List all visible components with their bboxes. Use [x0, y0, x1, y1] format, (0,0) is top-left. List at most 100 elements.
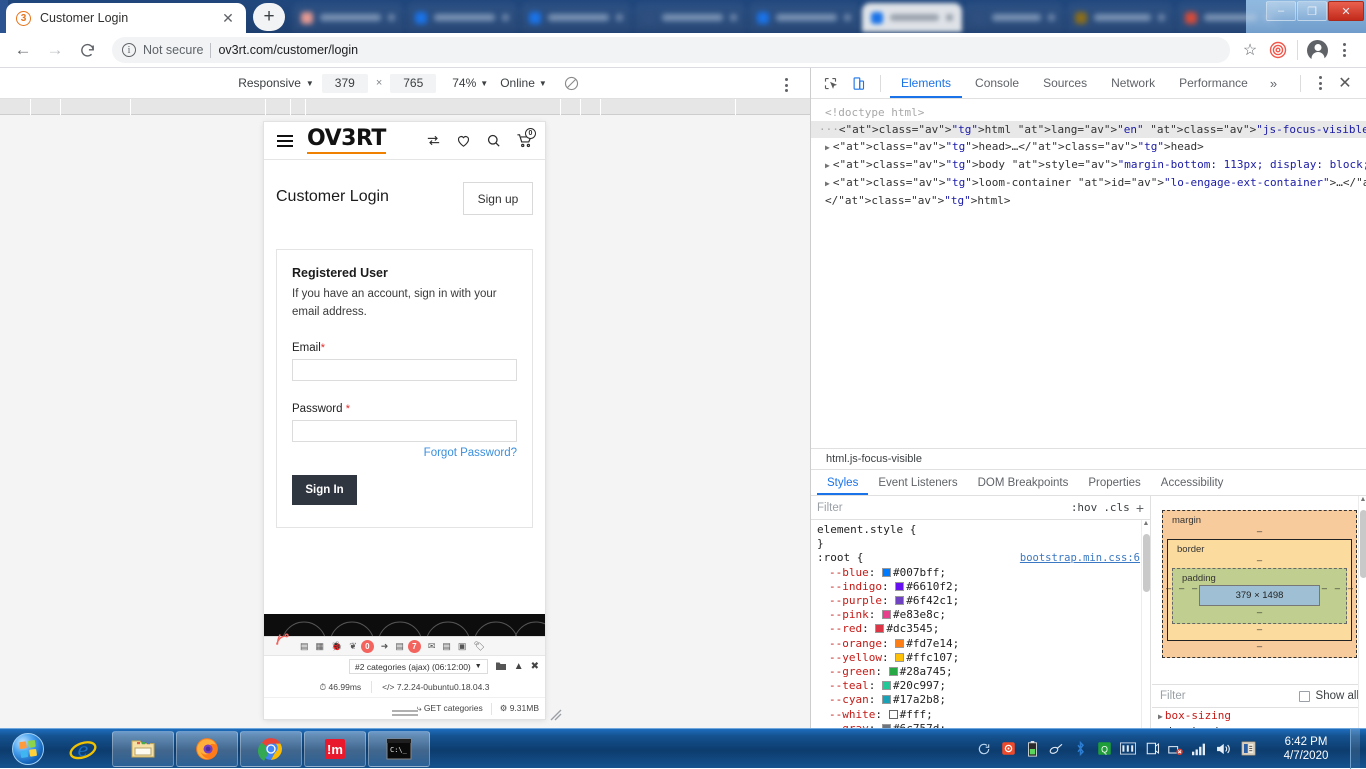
close-window-button[interactable]: ✕	[1328, 1, 1364, 21]
border-left-value[interactable]: –	[1179, 583, 1184, 594]
request-icon[interactable]: ▤	[442, 641, 451, 651]
devtools-tab-performance[interactable]: Performance	[1168, 68, 1259, 98]
new-tab-button[interactable]: +	[253, 3, 285, 31]
background-tab-7[interactable]	[1066, 3, 1174, 32]
border-bottom-value[interactable]: –	[1172, 624, 1347, 636]
close-icon[interactable]: ✕	[220, 10, 236, 26]
css-variable-teal[interactable]: --teal: #20c997;	[817, 679, 1150, 693]
password-input[interactable]	[292, 419, 517, 442]
color-swatch[interactable]	[895, 596, 905, 606]
background-tab-8[interactable]	[1176, 3, 1280, 32]
styles-filter-input[interactable]: Filter	[817, 502, 1065, 514]
throttling-select[interactable]: Online ▼	[494, 76, 553, 90]
folder-open-icon[interactable]	[495, 658, 507, 676]
info-circle-icon[interactable]: i	[122, 43, 136, 57]
compare-icon[interactable]	[425, 132, 442, 149]
toggle-device-toolbar-icon[interactable]	[845, 71, 871, 95]
background-tab-6[interactable]	[964, 3, 1064, 32]
dom-node-5[interactable]: </"at">class="av">"tg">html>	[811, 192, 1366, 209]
minimize-button[interactable]: –	[1266, 1, 1296, 21]
css-variable-purple[interactable]: --purple: #6f42c1;	[817, 594, 1150, 608]
emulated-viewport[interactable]: OV3RT 0 Customer Login Sign up Registere…	[264, 122, 545, 719]
background-tab-1[interactable]	[406, 3, 518, 32]
ime-icon[interactable]	[1240, 741, 1256, 757]
mail-icon[interactable]: ✉	[428, 641, 436, 651]
reload-icon[interactable]	[72, 35, 102, 65]
loom-extension-icon[interactable]	[1268, 40, 1288, 60]
viewport-width-input[interactable]: 379	[321, 73, 368, 93]
computed-property-box-sizing[interactable]: ▶ box-sizing	[1158, 708, 1366, 724]
expand-arrow-icon[interactable]: ▶	[1158, 712, 1163, 721]
session-icon[interactable]: ▣	[458, 641, 467, 651]
show-all-checkbox[interactable]	[1298, 690, 1310, 702]
debugbar-request-select[interactable]: #2 categories (ajax) (06:12:00) ▼	[349, 659, 488, 674]
taskbar-item-command-prompt[interactable]: C:\_	[368, 730, 430, 767]
expand-arrow-icon[interactable]: ▶	[825, 143, 830, 152]
margin-right-value[interactable]: –	[1348, 583, 1353, 594]
dom-node-1[interactable]: ···<"at">class="av">"tg">html "at">lang=…	[811, 121, 1366, 138]
css-variable-pink[interactable]: --pink: #e83e8c;	[817, 608, 1150, 622]
color-swatch[interactable]	[895, 652, 905, 662]
devtools-tab-sources[interactable]: Sources	[1032, 68, 1098, 98]
color-swatch[interactable]	[882, 567, 891, 577]
more-tabs-icon[interactable]: »	[1261, 68, 1286, 98]
devtools-tab-network[interactable]: Network	[1100, 68, 1166, 98]
viewport-resize-corner[interactable]	[549, 708, 563, 722]
eject-icon[interactable]	[1144, 741, 1160, 757]
cart-icon[interactable]: 0	[515, 128, 536, 149]
margin-bottom-value[interactable]: –	[1167, 641, 1352, 653]
border-right-value[interactable]: –	[1335, 583, 1340, 594]
star-icon[interactable]: ☆	[1238, 40, 1262, 60]
background-tab-4[interactable]	[748, 3, 860, 32]
network-error-icon[interactable]	[1168, 741, 1184, 757]
padding-left-value[interactable]: –	[1192, 583, 1197, 594]
css-variable-yellow[interactable]: --yellow: #ffc107;	[817, 651, 1150, 665]
close-icon[interactable]	[844, 14, 851, 21]
wishlist-heart-icon[interactable]	[455, 132, 472, 149]
messages-icon[interactable]: ▤	[300, 641, 309, 651]
close-icon[interactable]: ✖	[531, 661, 539, 672]
chevron-up-icon[interactable]: ▲	[514, 661, 524, 672]
hov-toggle[interactable]: :hov	[1071, 501, 1098, 514]
stylesheet-source-link[interactable]: bootstrap.min.css:6	[1020, 551, 1140, 565]
sidebar-tab-properties[interactable]: Properties	[1078, 470, 1150, 495]
color-swatch[interactable]	[882, 695, 891, 705]
dom-tree[interactable]: <!doctype html> ···<"at">class="av">"tg">…	[811, 99, 1366, 440]
close-icon[interactable]	[946, 14, 953, 21]
exceptions-bug-icon[interactable]: 🐞	[331, 641, 342, 651]
close-icon[interactable]	[502, 14, 509, 21]
views-leaf-icon[interactable]: ❦	[349, 641, 357, 651]
computed-filter-input[interactable]: Filter	[1160, 690, 1293, 702]
css-variable-indigo[interactable]: --indigo: #6610f2;	[817, 580, 1150, 594]
taskbar-item-file-explorer[interactable]	[112, 730, 174, 767]
no-throttle-icon[interactable]	[563, 75, 580, 92]
quickheal-q-icon[interactable]: Q	[1096, 741, 1112, 757]
box-model-content-size[interactable]: 379 × 1498	[1199, 585, 1320, 606]
battery-icon[interactable]	[1024, 740, 1040, 757]
viewport-resize-handle[interactable]	[392, 710, 418, 716]
color-swatch[interactable]	[882, 610, 891, 620]
cls-toggle[interactable]: .cls	[1103, 501, 1130, 514]
css-variable-blue[interactable]: --blue: #007bff;	[817, 566, 1150, 580]
sidebar-tab-styles[interactable]: Styles	[817, 470, 868, 495]
expand-arrow-icon[interactable]: ▶	[825, 161, 830, 170]
css-variable-orange[interactable]: --orange: #fd7e14;	[817, 637, 1150, 651]
padding-bottom-value[interactable]: –	[1177, 607, 1342, 619]
sync-icon[interactable]	[976, 741, 992, 757]
address-bar[interactable]: i Not secure ov3rt.com/customer/login	[112, 37, 1230, 63]
show-desktop-button[interactable]	[1350, 728, 1360, 769]
close-icon[interactable]	[388, 14, 395, 21]
scroll-up-arrow-icon[interactable]: ▲	[1142, 520, 1150, 527]
dom-node-0[interactable]: <!doctype html>	[811, 104, 1366, 121]
close-icon[interactable]	[1158, 14, 1165, 21]
back-arrow-icon[interactable]: ←	[8, 35, 38, 65]
queries-database-icon[interactable]: ▤	[395, 641, 404, 651]
color-swatch[interactable]	[895, 638, 905, 648]
dom-node-3[interactable]: ▶ <"at">class="av">"tg">body "at">style="…	[811, 156, 1366, 174]
profile-avatar-icon[interactable]	[1307, 39, 1328, 61]
device-toolbar-menu-icon[interactable]	[776, 75, 796, 95]
background-tab-3[interactable]	[634, 3, 746, 32]
scrollbar-thumb[interactable]	[1360, 510, 1366, 578]
padding-right-value[interactable]: –	[1322, 583, 1327, 594]
tag-icon[interactable]: 🏷	[473, 641, 484, 651]
